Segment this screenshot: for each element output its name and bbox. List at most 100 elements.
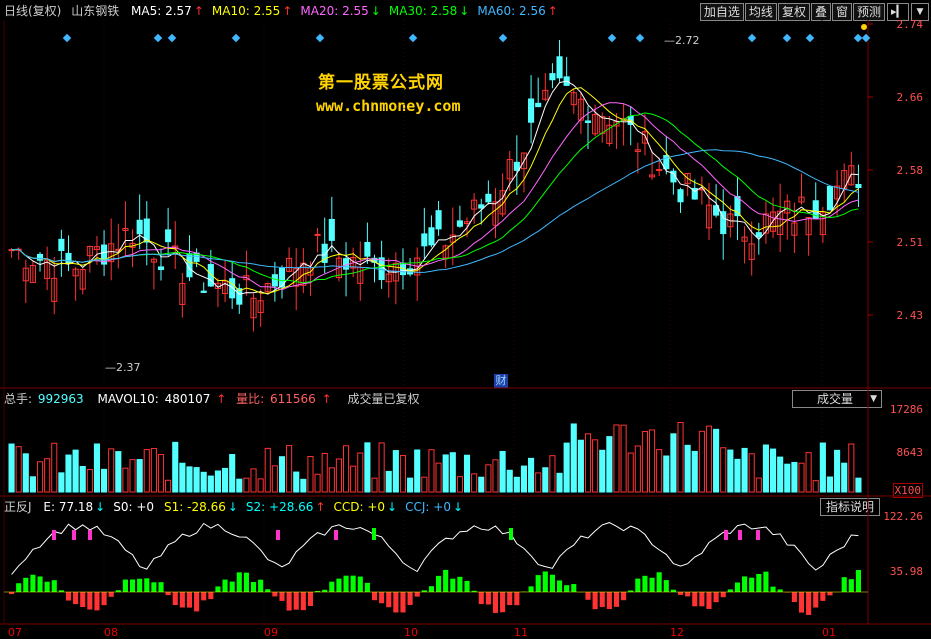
volume-bar [613,424,620,493]
adjust-button[interactable]: 复权 [777,3,810,21]
candle-body [243,275,250,281]
indicator-bar [599,592,605,608]
indicator-bar [749,577,755,592]
volume-bar [841,462,848,493]
indicator-bar [621,592,627,601]
candle-body [257,300,264,313]
candle-body [855,184,862,189]
volume-bar [286,445,293,493]
indicator-bar [179,592,185,608]
candle-body [535,102,542,108]
volume-bar [720,447,727,493]
add-watchlist-button[interactable]: 加自选 [699,3,744,21]
candle-body [556,56,563,79]
candle-body [627,115,634,125]
candle-body [513,161,520,171]
candle-body [613,121,620,127]
volume-bar [307,456,314,493]
indicator-line [11,522,859,575]
indicator-bar [215,586,221,592]
indicator-bar [806,592,812,615]
indicator-bar [108,592,114,597]
candle-body [357,266,364,284]
volume-bar [563,442,570,493]
indicator-bar [137,578,143,592]
window-button[interactable]: 窗 [831,3,852,21]
volume-bar [478,476,485,493]
volume-bar [93,443,101,493]
candle-body [528,98,535,123]
indicator-bar [58,590,64,592]
volume-bar [463,454,471,493]
volume-bar [520,465,528,493]
candle-body [307,267,314,276]
indicator-bar [564,585,570,592]
indicator-bar [727,589,733,592]
indicator-bar [229,581,235,592]
volume-bar [385,470,392,493]
candle-body [755,232,762,238]
candle-body [428,227,435,246]
candle-body [599,116,606,134]
xaxis-month-12: 12 [670,626,684,639]
candle-body [634,149,641,152]
volume-bar [122,467,129,493]
indicator-bar [450,578,456,592]
indicator-bar [329,581,335,592]
indicator-bar [201,592,207,601]
indicator-bar [172,592,178,606]
indicator-bar [279,592,285,601]
indicator-bar [165,592,171,596]
indicator-bar [734,582,741,592]
indicator-bar [855,570,861,592]
ma-settings-button[interactable]: 均线 [744,3,777,21]
financial-report-marker[interactable]: 财 [494,374,508,388]
indicator-bar [243,572,249,592]
candle-body [122,227,129,231]
volume-bar [392,450,399,493]
indicator-bar [336,578,342,592]
xaxis-month-08: 08 [104,626,118,639]
candle-body [350,257,357,269]
candle-body [741,236,748,242]
volume-bar [485,464,492,493]
price-axis-3: 2.58 [896,164,924,177]
indicator-bar [571,584,577,592]
candle-body [463,221,471,225]
indicator-bar [272,592,278,597]
indicator-bar [841,577,847,592]
volume-bar [186,466,193,493]
xaxis-month-01: 01 [822,626,836,639]
indicator-bar [492,592,499,613]
overlay-button[interactable]: 叠 [810,3,831,21]
indicator-bar [642,575,648,592]
candle-body [207,263,214,287]
indicator-arrow-icon: ↓ [387,500,398,514]
indicator-bar [500,592,506,613]
ma-line [11,112,859,284]
volume-bar [357,452,364,493]
indicator-bar [421,590,427,592]
forecast-button[interactable]: 预测 [852,3,885,21]
indicator-bar [443,569,449,592]
indicator-bar [65,592,72,601]
volume-bar [577,439,584,493]
volume-bar [36,461,44,493]
indicator-bar [742,576,748,592]
low-price-label: —2.37 [105,361,141,374]
candle-body [691,187,698,200]
ma-arrow-icon: ↑ [193,4,204,18]
candle-body [798,196,805,203]
volume-indicator-select[interactable]: 成交量 ▼ [792,390,882,408]
indicator-help-button[interactable]: 指标说明 [820,498,880,516]
volume-bar [399,454,407,493]
candle-body [335,257,342,279]
volume-bar [314,473,321,493]
volume-bar [200,471,207,493]
candle-body [300,262,307,286]
signal-bar-magenta [52,530,56,540]
volume-bar [407,477,414,493]
signal-bar-magenta [738,530,742,540]
volume-bar [193,467,200,493]
indicator-arrow-icon: ↓ [227,500,238,514]
